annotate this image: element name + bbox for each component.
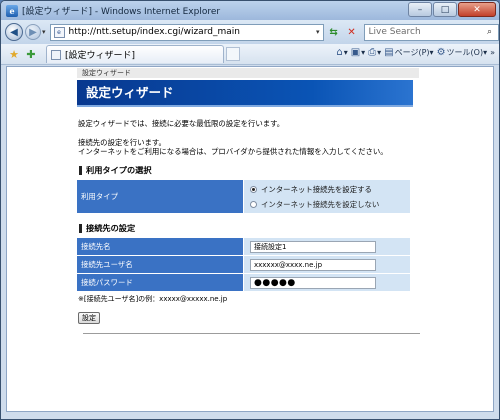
usage-type-heading: 利用タイプの選択 [77, 164, 419, 176]
connection-name-field[interactable]: 接続設定1 [250, 240, 376, 253]
maximize-button[interactable]: □ [433, 2, 457, 17]
back-button[interactable]: ◀ [5, 23, 23, 41]
tab-page-icon [51, 49, 61, 60]
refresh-icon: ⇆ [329, 26, 338, 38]
more-commands-button[interactable]: » [490, 48, 495, 57]
printer-icon: ⎙ [368, 47, 377, 58]
new-tab-button[interactable] [226, 47, 240, 61]
chevron-down-icon[interactable]: ▾ [316, 28, 320, 36]
arrow-right-icon: ▶ [29, 26, 37, 38]
forward-button[interactable]: ▶ [25, 24, 41, 40]
address-toolbar: ◀ ▶ ▾ e http://ntt.setup/index.cgi/wizar… [1, 20, 499, 44]
username-example-note: ※[接続先ユーザ名]の例：xxxxx@xxxxx.ne.jp [78, 295, 228, 303]
radio-skip-internet[interactable]: インターネット接続先を設定しない [250, 197, 410, 212]
connection-name-label: 接続先名 [77, 238, 243, 255]
divider [83, 333, 420, 334]
usage-type-table: 利用タイプ インターネット接続先を設定する インターネット接続先を設定しない [76, 179, 411, 214]
page-title: 設定ウィザード [77, 80, 413, 107]
username-field[interactable]: xxxxxx@xxxx.ne.jp [250, 258, 376, 271]
arrow-left-icon: ◀ [10, 26, 18, 38]
wizard-page: 設定ウィザード 設定ウィザード 設定ウィザードでは、接続に必要な最低限の設定を行… [77, 67, 419, 324]
radio-button-checked[interactable] [250, 185, 257, 193]
page-viewport: 設定ウィザード 設定ウィザード 設定ウィザードでは、接続に必要な最低限の設定を行… [6, 66, 494, 412]
tab-bar: ★ ✚ [設定ウィザード] ⌂ ▾ ▣ ▾ ⎙ ▾ ▤ ページ(P) ▾ ⚙ ツール(O) ▾… [1, 44, 499, 65]
search-input[interactable]: Live Search [365, 27, 482, 37]
password-row: 接続パスワード ●●●●● [77, 274, 410, 291]
add-favorites-icon[interactable]: ✚ [24, 47, 38, 61]
close-button[interactable]: ✕ [458, 2, 496, 17]
page-icon: e [53, 26, 65, 38]
window-controls: – □ ✕ [408, 2, 496, 17]
instruction-line-1: 接続先の設定を行います。 [78, 138, 166, 147]
refresh-button[interactable]: ⇆ [326, 24, 342, 41]
apply-button[interactable]: 設定 [78, 312, 100, 324]
home-button[interactable]: ⌂ ▾ [336, 47, 347, 58]
instructions: 接続先の設定を行います。 インターネットをご利用になる場合は、プロバイダから提供… [77, 138, 419, 156]
usage-type-options: インターネット接続先を設定する インターネット接続先を設定しない [244, 180, 410, 213]
heading-marker [79, 165, 82, 175]
heading-marker [79, 223, 82, 233]
connection-table: 接続先名 接続設定1 接続先ユーザ名 xxxxxx@xxxx.ne.jp 接続パ… [76, 237, 411, 292]
print-button[interactable]: ⎙ ▾ [368, 47, 381, 58]
usage-type-label: 利用タイプ [77, 180, 243, 213]
favorites-star-icon[interactable]: ★ [7, 47, 21, 61]
page-menu[interactable]: ▤ ページ(P) ▾ [384, 47, 433, 58]
rss-icon: ▣ [350, 47, 361, 58]
tools-menu[interactable]: ⚙ ツール(O) ▾ [437, 47, 488, 58]
recent-pages-dropdown[interactable]: ▾ [42, 28, 46, 36]
instruction-line-2: インターネットをご利用になる場合は、プロバイダから提供された情報を入力してくださ… [78, 147, 388, 156]
minimize-button[interactable]: – [408, 2, 432, 17]
tab-setup-wizard[interactable]: [設定ウィザード] [46, 45, 224, 63]
breadcrumb: 設定ウィザード [77, 68, 419, 78]
address-input[interactable]: http://ntt.setup/index.cgi/wizard_main [69, 27, 316, 37]
tab-title: [設定ウィザード] [65, 51, 136, 61]
address-bar[interactable]: e http://ntt.setup/index.cgi/wizard_main… [49, 23, 324, 41]
page-menu-icon: ▤ [384, 47, 394, 58]
stop-button[interactable]: ✕ [344, 24, 360, 41]
stop-icon: ✕ [347, 26, 356, 38]
search-box[interactable]: Live Search ⌕ [363, 23, 499, 41]
window-title: [設定ウィザード] - Windows Internet Explorer [22, 7, 221, 17]
title-bar[interactable]: e [設定ウィザード] - Windows Internet Explorer … [1, 1, 499, 20]
home-icon: ⌂ [336, 47, 343, 58]
password-field[interactable]: ●●●●● [250, 276, 376, 289]
username-row: 接続先ユーザ名 xxxxxx@xxxx.ne.jp [77, 256, 410, 273]
radio-button-unchecked[interactable] [250, 200, 257, 208]
browser-window: e [設定ウィザード] - Windows Internet Explorer … [0, 0, 500, 420]
password-label: 接続パスワード [77, 274, 243, 291]
intro-text: 設定ウィザードでは、接続に必要な最低限の設定を行います。 [78, 119, 285, 128]
ie-logo-icon: e [6, 4, 18, 17]
connection-heading: 接続先の設定 [77, 222, 419, 234]
search-icon[interactable]: ⌕ [482, 27, 498, 37]
gear-icon: ⚙ [436, 47, 446, 58]
radio-configure-internet[interactable]: インターネット接続先を設定する [250, 182, 410, 197]
command-bar: ⌂ ▾ ▣ ▾ ⎙ ▾ ▤ ページ(P) ▾ ⚙ ツール(O) ▾ » [336, 47, 495, 58]
feeds-button[interactable]: ▣ ▾ [351, 47, 365, 58]
username-label: 接続先ユーザ名 [77, 256, 243, 273]
connection-name-row: 接続先名 接続設定1 [77, 238, 410, 255]
